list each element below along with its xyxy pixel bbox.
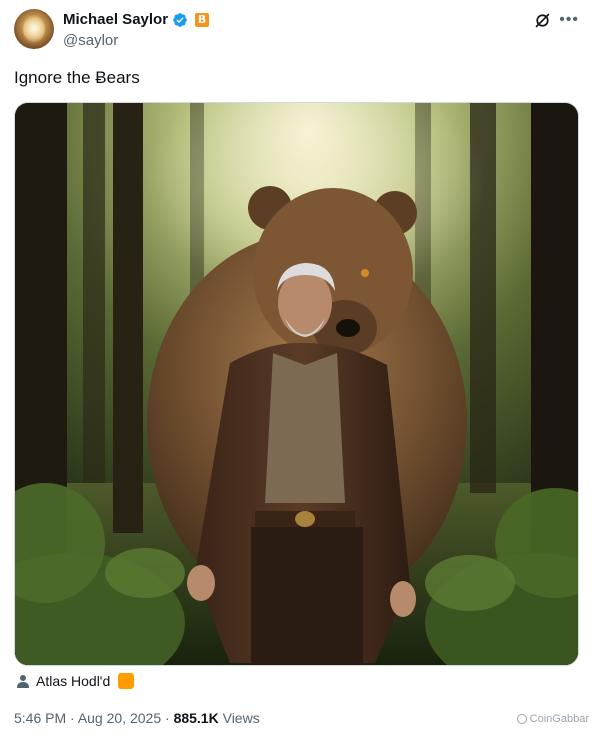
- more-options-icon[interactable]: •••: [559, 10, 579, 30]
- bitcoin-badge-icon[interactable]: B: [195, 12, 210, 27]
- views-label: Views: [222, 710, 260, 726]
- author-avatar[interactable]: [14, 9, 54, 49]
- verified-badge-icon[interactable]: [172, 12, 188, 28]
- views-count: 885.1K: [173, 710, 219, 726]
- tweet-media-image[interactable]: [14, 102, 579, 666]
- media-credit-name[interactable]: Atlas Hodl'd: [36, 673, 110, 689]
- meta-separator: ·: [165, 710, 174, 726]
- watermark-logo-icon: [516, 714, 527, 724]
- tweet-text: Ignore the Ƀears: [14, 68, 140, 87]
- tweet-meta: 5:46 PM · Aug 20, 2025 · 885.1K Views: [14, 710, 260, 726]
- watermark: CoinGabbar: [516, 713, 589, 725]
- tweet-time[interactable]: 5:46 PM: [14, 710, 66, 726]
- media-credit[interactable]: Atlas Hodl'd: [16, 673, 135, 689]
- avatar-glow: [23, 15, 45, 43]
- tweet-date[interactable]: Aug 20, 2025: [78, 710, 161, 726]
- bear-forest-illustration: [15, 103, 578, 665]
- watermark-text: CoinGabbar: [529, 713, 589, 725]
- author-name-row: Michael Saylor B: [63, 11, 210, 28]
- author-handle[interactable]: @saylor: [63, 32, 118, 49]
- person-icon: [17, 675, 29, 688]
- grok-icon[interactable]: [534, 12, 551, 29]
- orange-square-icon: [118, 673, 135, 689]
- author-display-name[interactable]: Michael Saylor: [63, 11, 168, 28]
- meta-separator: ·: [70, 710, 78, 726]
